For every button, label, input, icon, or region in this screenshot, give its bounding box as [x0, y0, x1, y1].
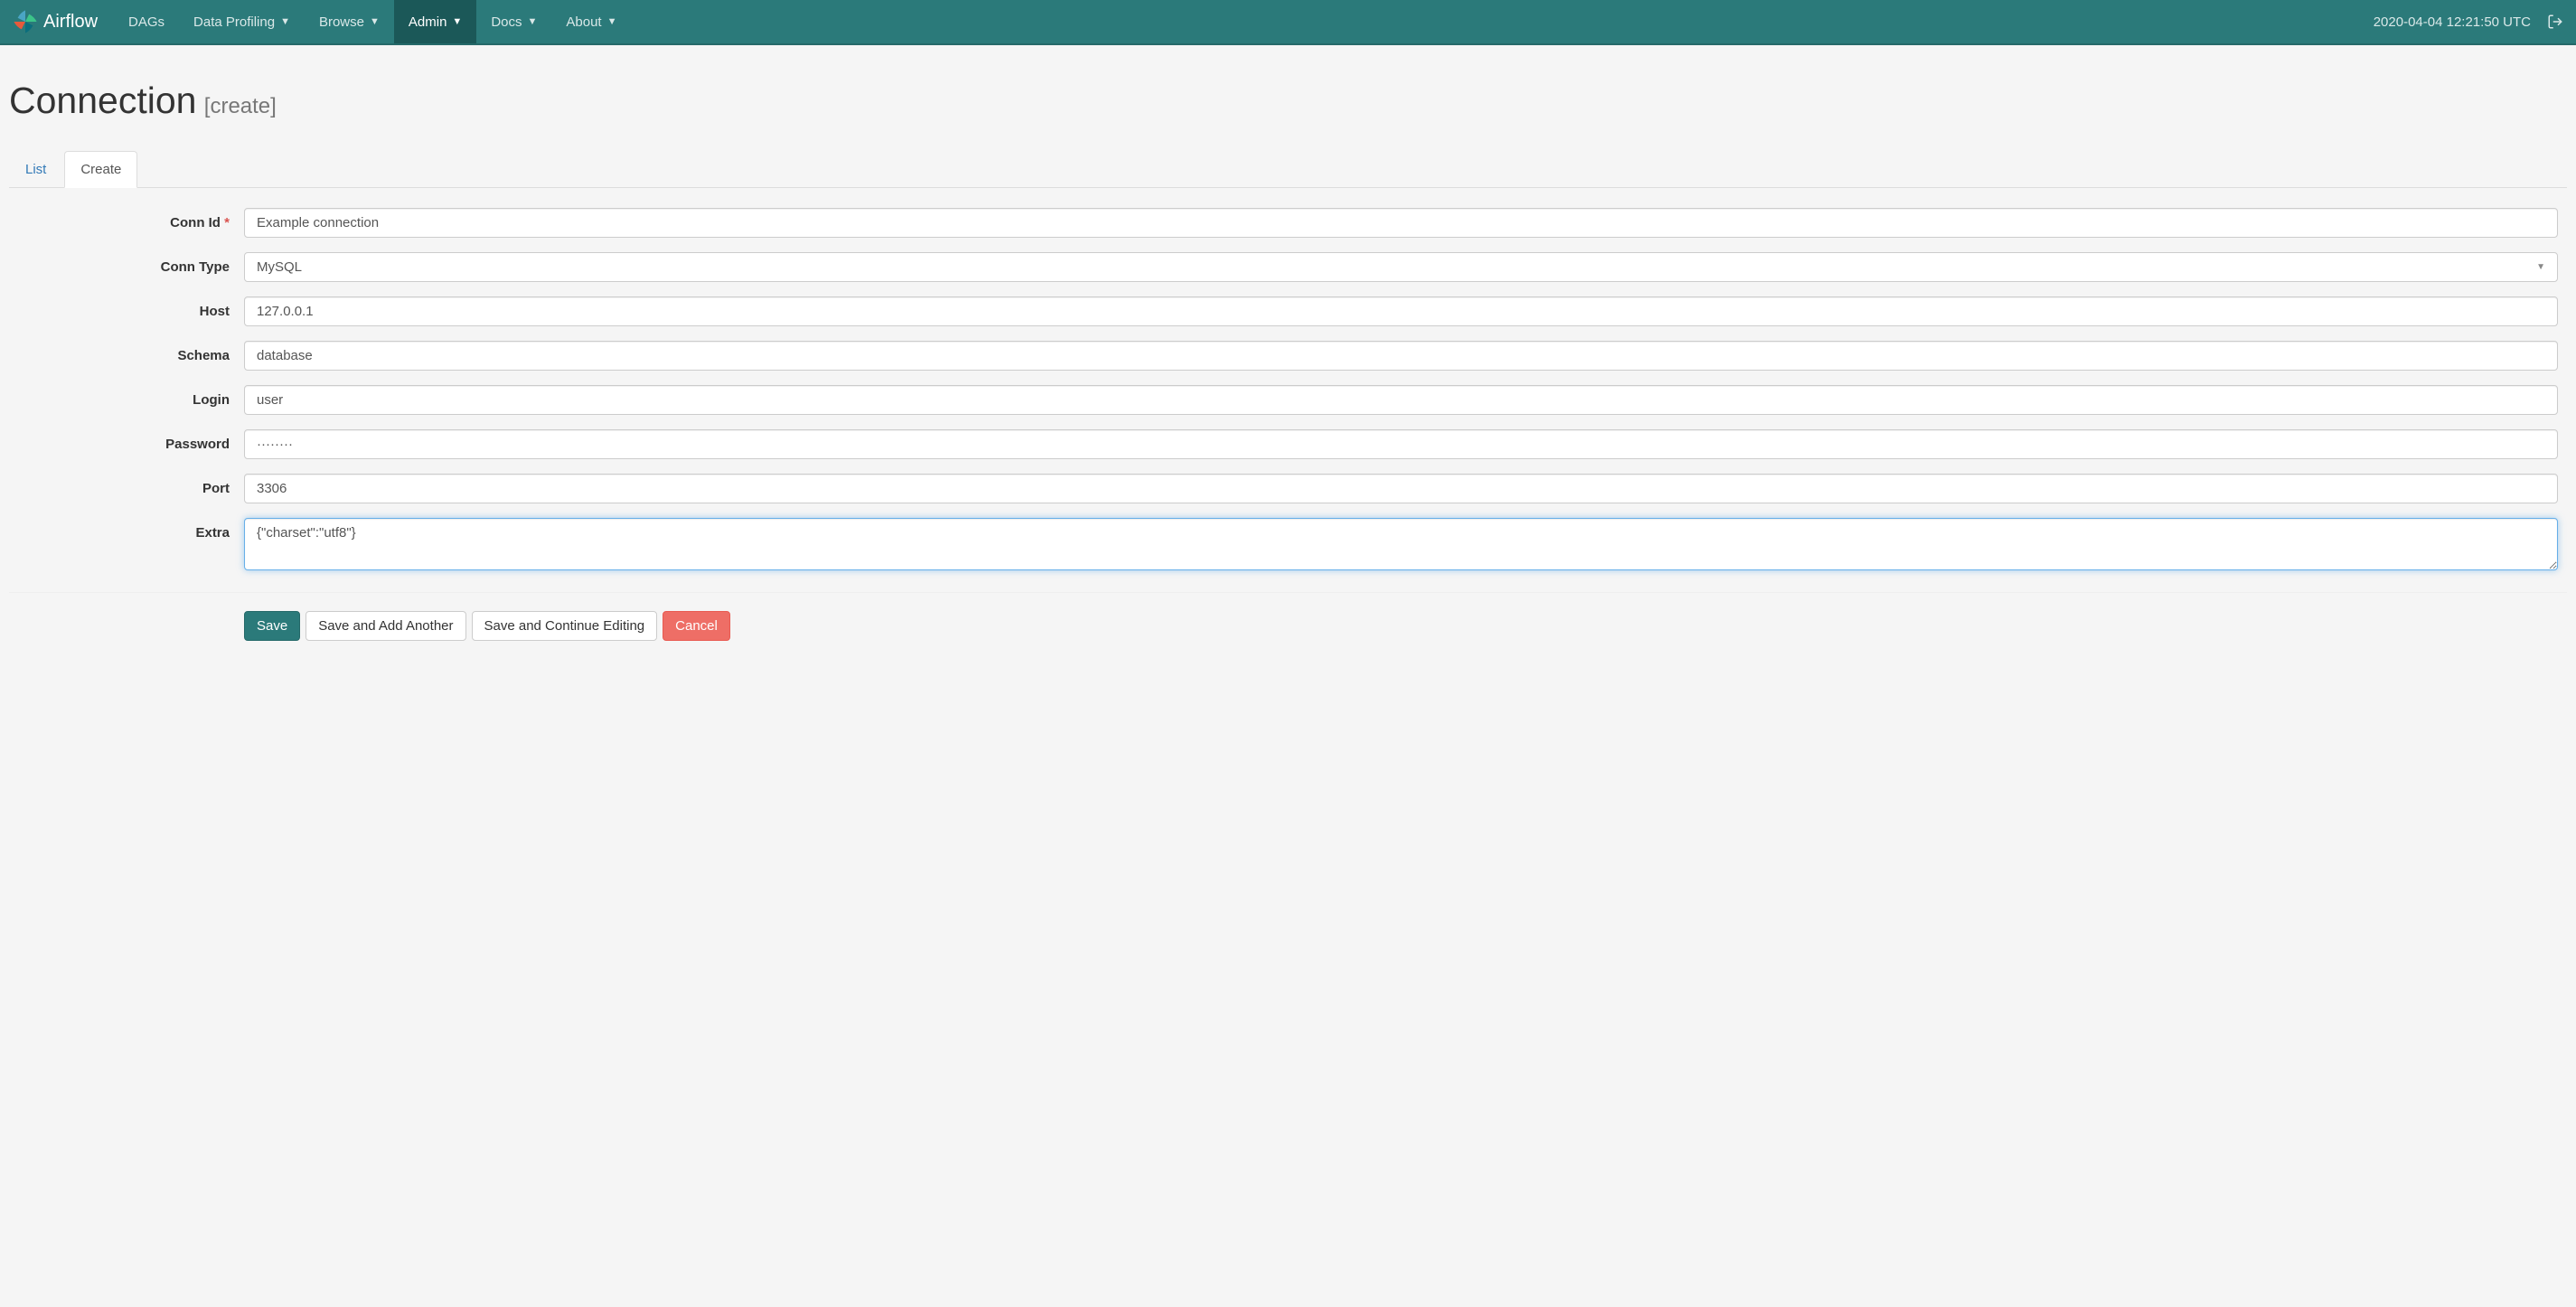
- form-separator: [9, 592, 2567, 593]
- nav-item-label: DAGs: [128, 14, 165, 30]
- password-input[interactable]: [244, 429, 2558, 459]
- form-group-schema: Schema: [9, 341, 2567, 371]
- nav-item-data-profiling[interactable]: Data Profiling ▼: [179, 0, 305, 43]
- nav-item-admin[interactable]: Admin ▼: [394, 0, 476, 43]
- chevron-down-icon: ▼: [607, 16, 617, 27]
- chevron-down-icon: ▼: [452, 16, 462, 27]
- login-input[interactable]: [244, 385, 2558, 415]
- cancel-button[interactable]: Cancel: [663, 611, 730, 641]
- label-conn-id: Conn Id *: [9, 208, 244, 230]
- conn-type-select[interactable]: MySQL ▼: [244, 252, 2558, 282]
- page-subtitle: [create]: [204, 94, 277, 118]
- main-container: Connection [create] List Create Conn Id …: [0, 45, 2576, 677]
- form-group-port: Port: [9, 474, 2567, 503]
- chevron-down-icon: ▼: [280, 16, 290, 27]
- nav-item-label: Browse: [319, 14, 364, 30]
- page-header: Connection [create]: [9, 63, 2567, 131]
- label-login: Login: [9, 385, 244, 408]
- form-group-extra: Extra {"charset":"utf8"}: [9, 518, 2567, 574]
- chevron-down-icon: ▼: [370, 16, 380, 27]
- tab-create[interactable]: Create: [64, 151, 137, 188]
- conn-id-input[interactable]: [244, 208, 2558, 238]
- form-group-conn-type: Conn Type MySQL ▼: [9, 252, 2567, 282]
- connection-form: Conn Id * Conn Type MySQL ▼ Host: [9, 208, 2567, 641]
- label-port: Port: [9, 474, 244, 496]
- nav-item-label: Docs: [491, 14, 522, 30]
- label-schema: Schema: [9, 341, 244, 363]
- label-host: Host: [9, 296, 244, 319]
- airflow-logo-icon: [13, 9, 38, 34]
- save-button[interactable]: Save: [244, 611, 300, 641]
- form-group-conn-id: Conn Id *: [9, 208, 2567, 238]
- logout-icon[interactable]: [2547, 14, 2563, 30]
- form-group-password: Password: [9, 429, 2567, 459]
- nav-item-label: Data Profiling: [193, 14, 275, 30]
- top-navbar: Airflow DAGs Data Profiling ▼ Browse ▼ A…: [0, 0, 2576, 45]
- save-add-another-button[interactable]: Save and Add Another: [306, 611, 465, 641]
- schema-input[interactable]: [244, 341, 2558, 371]
- save-continue-editing-button[interactable]: Save and Continue Editing: [472, 611, 658, 641]
- form-actions: Save Save and Add Another Save and Conti…: [244, 611, 2567, 641]
- label-extra: Extra: [9, 518, 244, 541]
- nav-items-container: DAGs Data Profiling ▼ Browse ▼ Admin ▼ D…: [114, 0, 2374, 43]
- brand[interactable]: Airflow: [13, 9, 98, 34]
- port-input[interactable]: [244, 474, 2558, 503]
- nav-item-label: About: [566, 14, 601, 30]
- nav-item-dags[interactable]: DAGs: [114, 0, 179, 43]
- conn-type-selected: MySQL: [257, 259, 302, 275]
- brand-text: Airflow: [43, 12, 98, 33]
- nav-item-about[interactable]: About ▼: [551, 0, 631, 43]
- tab-list[interactable]: List: [9, 151, 62, 188]
- form-group-host: Host: [9, 296, 2567, 326]
- timestamp: 2020-04-04 12:21:50 UTC: [2374, 14, 2531, 30]
- caret-down-icon: ▼: [2536, 262, 2545, 272]
- page-title: Connection: [9, 80, 196, 121]
- nav-item-browse[interactable]: Browse ▼: [305, 0, 394, 43]
- host-input[interactable]: [244, 296, 2558, 326]
- navbar-right: 2020-04-04 12:21:50 UTC: [2374, 14, 2563, 30]
- tabs: List Create: [9, 151, 2567, 188]
- label-password: Password: [9, 429, 244, 452]
- form-group-login: Login: [9, 385, 2567, 415]
- nav-item-docs[interactable]: Docs ▼: [476, 0, 551, 43]
- label-conn-type: Conn Type: [9, 252, 244, 275]
- nav-item-label: Admin: [409, 14, 447, 30]
- extra-textarea[interactable]: {"charset":"utf8"}: [244, 518, 2558, 570]
- chevron-down-icon: ▼: [528, 16, 538, 27]
- required-asterisk-icon: *: [224, 215, 230, 230]
